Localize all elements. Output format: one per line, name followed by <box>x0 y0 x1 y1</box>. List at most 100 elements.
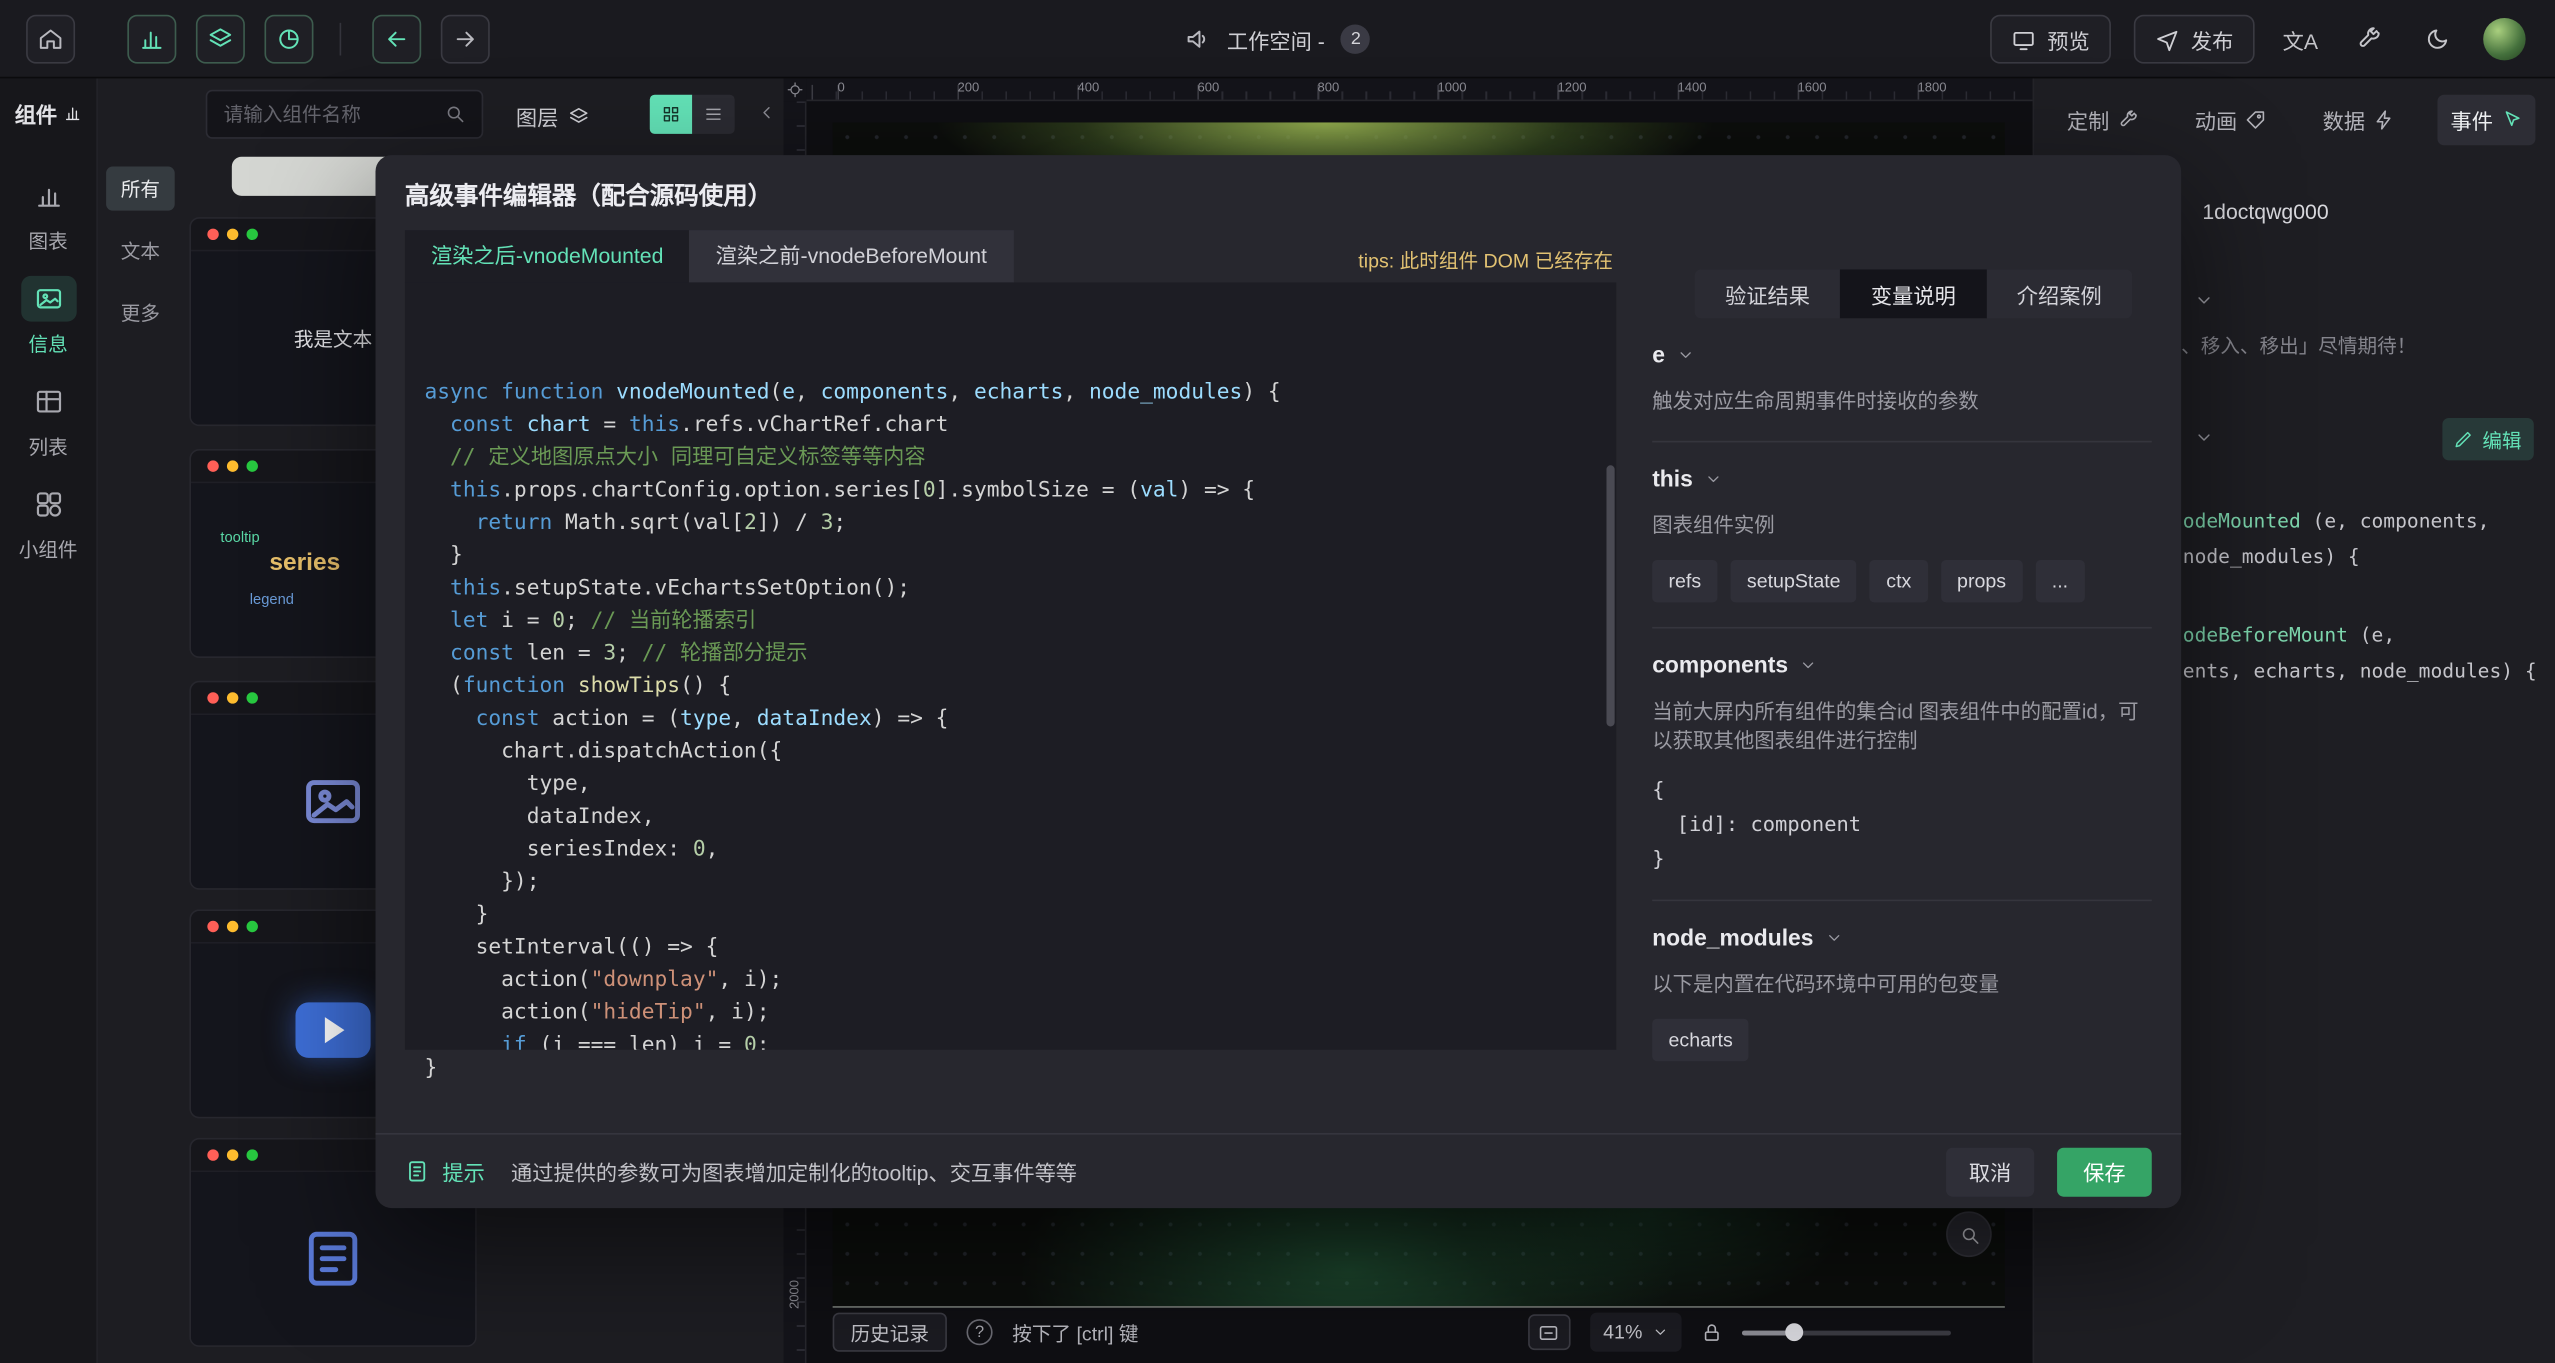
advanced-event-editor-modal: 高级事件编辑器（配合源码使用） 渲染之后-vnodeMounted 渲染之前-v… <box>375 155 2181 1208</box>
text-preview: 我是文本 <box>294 324 372 352</box>
search-icon <box>444 103 465 124</box>
rail-item-widgets[interactable]: 小组件 <box>0 482 96 564</box>
tab-data[interactable]: 数据 <box>2310 95 2408 146</box>
layers-tool-button[interactable] <box>196 15 245 64</box>
section-collapse-button[interactable] <box>2194 428 2214 448</box>
code-line: action("downplay", i); <box>424 965 1616 998</box>
chevron-down-icon <box>1676 345 1694 363</box>
collapse-panel-button[interactable] <box>758 103 778 123</box>
arrow-left-icon <box>384 26 410 52</box>
chart-tool-button[interactable] <box>127 15 176 64</box>
zoom-slider[interactable] <box>1742 1330 1951 1335</box>
tab-validation-result[interactable]: 验证结果 <box>1695 269 1841 318</box>
code-line: async function vnodeMounted(e, component… <box>424 377 1616 410</box>
list-icon <box>704 104 724 124</box>
ruler-tick: 400 <box>1078 80 1100 95</box>
ruler-tick: 1000 <box>1438 80 1467 95</box>
edit-events-button[interactable]: 编辑 <box>2442 418 2533 460</box>
publish-button[interactable]: 发布 <box>2134 15 2255 64</box>
widgets-icon <box>33 490 62 519</box>
var-section-e[interactable]: e <box>1652 341 2152 367</box>
rail-item-info[interactable]: 信息 <box>0 276 96 358</box>
redo-button[interactable] <box>441 15 490 64</box>
editor-scrollbar[interactable] <box>1606 465 1614 726</box>
send-icon <box>2155 27 2179 51</box>
chip-setupstate[interactable]: setupState <box>1731 560 1857 602</box>
pie-tool-button[interactable] <box>264 15 313 64</box>
grid-view-button[interactable] <box>650 95 692 134</box>
category-all[interactable]: 所有 <box>106 167 175 211</box>
chip-echarts[interactable]: echarts <box>1652 1019 1749 1061</box>
modal-title: 高级事件编辑器（配合源码使用） <box>405 178 772 212</box>
tab-vnode-before-mount[interactable]: 渲染之前-vnodeBeforeMount <box>690 230 1014 282</box>
translate-icon: 文A <box>2283 24 2318 55</box>
ruler-tick: 800 <box>1318 80 1340 95</box>
lock-zoom-button[interactable] <box>1701 1322 1722 1343</box>
chip-props[interactable]: props <box>1941 560 2023 602</box>
tab-intro-examples[interactable]: 介绍案例 <box>1986 269 2132 318</box>
tab-customize[interactable]: 定制 <box>2054 95 2152 146</box>
var-section-components[interactable]: components <box>1652 651 2152 677</box>
app-root: 工作空间 - 2 预览 发布 文A 组件 <box>0 0 2555 1363</box>
grid-icon <box>661 104 681 124</box>
events-hint-text: 、移入、移出」尽情期待！ <box>2181 331 2416 359</box>
help-button[interactable]: ? <box>967 1319 993 1345</box>
code-line: }); <box>424 867 1616 900</box>
tab-vnode-mounted[interactable]: 渲染之后-vnodeMounted <box>405 230 690 282</box>
tab-events[interactable]: 事件 <box>2437 95 2535 146</box>
var-section-node-modules[interactable]: node_modules <box>1652 924 2152 950</box>
view-toggle <box>650 95 735 134</box>
tab-animation[interactable]: 动画 <box>2182 95 2280 146</box>
code-editor[interactable]: async function vnodeMounted(e, component… <box>405 282 1616 1049</box>
category-more[interactable]: 更多 <box>106 291 175 335</box>
chevron-down-icon <box>1652 1324 1668 1340</box>
history-button[interactable]: 历史记录 <box>833 1313 947 1352</box>
rail-items: 图表 信息 列表 小组件 <box>0 173 96 563</box>
video-play-icon <box>296 1002 371 1058</box>
zoom-slider-knob[interactable] <box>1785 1323 1803 1341</box>
table-icon <box>33 387 62 416</box>
var-section-this[interactable]: this <box>1652 465 2152 491</box>
save-button[interactable]: 保存 <box>2057 1147 2152 1196</box>
search-input[interactable] <box>206 90 484 139</box>
lightning-icon <box>2373 109 2394 130</box>
undo-button[interactable] <box>372 15 421 64</box>
home-button[interactable] <box>26 15 75 64</box>
code-line: (function showTips() { <box>424 671 1616 704</box>
event-code-fragment: node_modules) { <box>2183 545 2360 568</box>
preview-label: 预览 <box>2047 24 2089 55</box>
workspace-title-group: 工作空间 - 2 <box>1184 0 1370 78</box>
dark-mode-button[interactable] <box>2415 16 2461 62</box>
language-button[interactable]: 文A <box>2277 16 2323 62</box>
chevron-down-icon <box>1825 928 1843 946</box>
canvas-zoom-button[interactable] <box>1946 1211 1992 1257</box>
section-collapse-button[interactable] <box>2194 291 2214 311</box>
tools-button[interactable] <box>2346 16 2392 62</box>
zoom-select[interactable]: 41% <box>1590 1313 1681 1352</box>
rail-item-list[interactable]: 列表 <box>0 379 96 461</box>
code-line: const action = (type, dataIndex) => { <box>424 704 1616 737</box>
tab-label: 定制 <box>2067 104 2109 135</box>
fit-screen-button[interactable] <box>1528 1314 1570 1350</box>
var-name: node_modules <box>1652 924 1813 950</box>
code-line: if (i === len) i = 0; <box>424 1030 1616 1050</box>
chip-more[interactable]: ... <box>2035 560 2084 602</box>
ruler-tick: 600 <box>1198 80 1220 95</box>
code-line: this.props.chartConfig.option.series[0].… <box>424 475 1616 508</box>
rail-item-charts[interactable]: 图表 <box>0 173 96 255</box>
cancel-button[interactable]: 取消 <box>1946 1147 2034 1196</box>
category-text[interactable]: 文本 <box>106 229 175 273</box>
chip-refs[interactable]: refs <box>1652 560 1717 602</box>
code-line: chart.dispatchAction({ <box>424 736 1616 769</box>
wrench-icon <box>2118 109 2139 130</box>
chip-ctx[interactable]: ctx <box>1870 560 1928 602</box>
chevron-left-icon <box>758 103 778 123</box>
preview-button[interactable]: 预览 <box>1990 15 2111 64</box>
tab-variable-docs[interactable]: 变量说明 <box>1840 269 1986 318</box>
user-avatar[interactable] <box>2483 18 2525 60</box>
chevron-down-icon <box>2194 428 2214 448</box>
list-view-button[interactable] <box>692 95 734 134</box>
tab-label: 动画 <box>2195 104 2237 135</box>
tab-label: 事件 <box>2451 104 2493 135</box>
ruler-origin-button[interactable] <box>784 78 807 101</box>
